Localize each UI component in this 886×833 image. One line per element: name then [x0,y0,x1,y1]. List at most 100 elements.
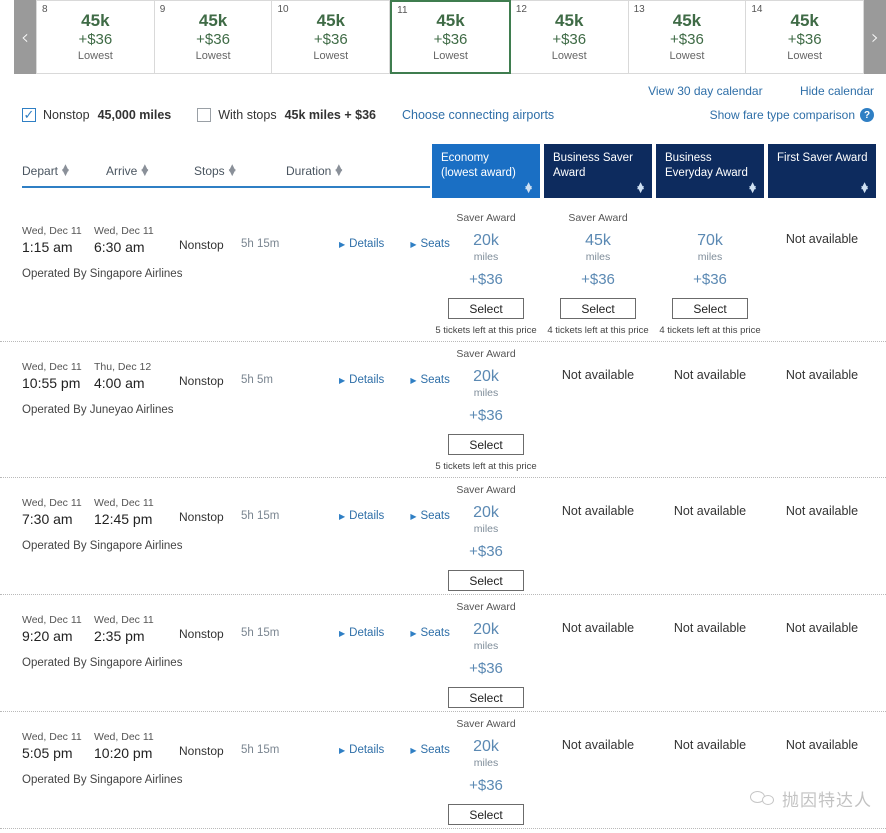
select-fare-button[interactable]: Select [448,570,524,592]
fare-miles: 20k [473,368,499,385]
details-link[interactable]: ▶ Details [339,374,384,386]
operated-by: Operated By Singapore Airlines [22,657,183,669]
sort-header-arrive[interactable]: Arrive ▲ ▼ [106,164,194,178]
fare-column-header-1[interactable]: Business Saver Award ▲ ▼ [544,144,652,198]
fare-column-title-line1: Business [665,152,712,164]
sort-arrows-icon: ▲ ▼ [228,163,236,178]
calendar-day-13[interactable]: 13 45k +$36 Lowest [628,0,747,74]
show-fare-type-comparison-link[interactable]: Show fare type comparison [710,108,855,122]
calendar-day-number: 10 [277,4,289,15]
stops-cell: Nonstop [179,238,224,252]
calendar-day-note: Lowest [313,49,349,62]
select-fare-button[interactable]: Select [560,298,636,320]
calendar-day-number: 13 [633,4,645,15]
depart-time: 9:20 am [22,628,73,645]
fare-comparison-area: Show fare type comparison ? [710,108,874,122]
fare-column-title-line1: First Saver Award [777,152,868,164]
stops-cell: Nonstop [179,374,224,388]
calendar-day-number: 9 [159,4,166,15]
calendar-day-11[interactable]: 11 45k +$36 Lowest [390,0,511,74]
fare-column-header-0[interactable]: Economy (lowest award) ▲ ▼ [432,144,540,198]
fare-column-header-2[interactable]: Business Everyday Award ▲ ▼ [656,144,764,198]
tickets-left-note: 5 tickets left at this price [435,325,537,337]
hide-calendar-link[interactable]: Hide calendar [800,84,874,98]
triangle-right-icon: ▶ [410,628,417,638]
help-icon[interactable]: ? [860,108,874,122]
sort-header-stops[interactable]: Stops ▲ ▼ [194,164,286,178]
calendar-day-12[interactable]: 12 45k +$36 Lowest [510,0,629,74]
fare-taxes: +$36 [469,660,503,678]
fare-award-label: Saver Award [568,212,628,224]
nonstop-value: 45,000 miles [97,108,172,122]
details-link[interactable]: ▶ Details [339,627,384,639]
calendar-day-14[interactable]: 14 45k +$36 Lowest [746,0,865,74]
calendar-day-note: Lowest [195,49,231,62]
calendar-day-miles: 45k [316,11,345,31]
arrive-cell: Wed, Dec 11 12:45 pm [94,496,179,528]
depart-cell: Wed, Dec 11 7:30 am [22,496,94,528]
calendar-day-miles: 45k [81,11,110,31]
fare-column-sort-icon[interactable]: ▲ ▼ [861,181,868,194]
calendar-next-button[interactable]: › [864,0,886,74]
calendar-day-number: 8 [42,4,48,15]
duration-cell: 5h 15m [241,510,280,522]
triangle-right-icon: ▶ [410,239,417,249]
operated-by: Operated By Singapore Airlines [22,540,183,552]
flight-row: Wed, Dec 11 5:05 pm Wed, Dec 11 10:20 pm Non… [0,712,886,829]
depart-date: Wed, Dec 11 [22,731,82,743]
fare-column-title-line1: Economy [441,152,489,164]
fare-cells: Saver Award 20k miles +$36 Select Not availab… [432,712,876,831]
duration-cell: 5h 5m [241,374,273,386]
view-30-day-calendar-link[interactable]: View 30 day calendar [648,84,763,98]
nonstop-checkbox[interactable] [22,108,36,122]
calendar-prev-button[interactable]: ‹ [14,0,36,74]
fare-column-sort-icon[interactable]: ▲ ▼ [637,181,644,194]
calendar-day-price: +$36 [433,30,468,48]
fare-cell: 70k miles +$36 Select 4 tickets left at this… [656,206,764,336]
calendar-day-number: 12 [515,4,527,15]
with-stops-checkbox[interactable] [197,108,212,122]
details-link[interactable]: ▶ Details [339,510,384,522]
calendar-day-10[interactable]: 10 45k +$36 Lowest [272,0,391,74]
tickets-left-note: 4 tickets left at this price [659,325,761,337]
select-fare-button[interactable]: Select [672,298,748,320]
sort-header-duration[interactable]: Duration ▲ ▼ [286,164,386,178]
fare-column-header-3[interactable]: First Saver Award ▲ ▼ [768,144,876,198]
details-link[interactable]: ▶ Details [339,238,384,250]
sort-header-depart[interactable]: Depart ▲ ▼ [22,164,106,178]
calendar-day-8[interactable]: 8 45k +$36 Lowest [36,0,155,74]
fare-column-sort-icon[interactable]: ▲ ▼ [749,181,756,194]
fare-column-title-line1: Business Saver [553,152,633,164]
fare-cell-unavailable: Not available [768,342,876,472]
fare-cell-unavailable: Not available [544,712,652,831]
fare-cell-unavailable: Not available [544,478,652,597]
flight-info: Wed, Dec 11 7:30 am Wed, Dec 11 12:45 pm Non… [22,496,450,528]
fare-column-sort-icon[interactable]: ▲ ▼ [525,181,532,194]
sort-arrows-icon: ▲ ▼ [62,163,69,178]
fare-award-label: Saver Award [456,212,516,224]
not-available-label: Not available [673,504,747,518]
select-fare-button[interactable]: Select [448,804,524,826]
calendar-day-miles: 45k [790,11,819,31]
fare-miles: 20k [473,621,499,638]
calendar-day-9[interactable]: 9 45k +$36 Lowest [154,0,273,74]
flight-row: Wed, Dec 11 7:30 am Wed, Dec 11 12:45 pm Non… [0,478,886,595]
select-fare-button[interactable]: Select [448,298,524,320]
tickets-left-note: 4 tickets left at this price [547,325,649,337]
fare-cells: Saver Award 20k miles +$36 Select Not availab… [432,478,876,597]
arrive-cell: Wed, Dec 11 10:20 pm [94,730,179,762]
not-available-label: Not available [561,368,635,382]
select-fare-button[interactable]: Select [448,434,524,456]
fare-cell: Saver Award 20k miles +$36 Select 5 tickets l… [432,342,540,472]
choose-connecting-airports-link[interactable]: Choose connecting airports [402,108,554,122]
details-link[interactable]: ▶ Details [339,744,384,756]
not-available-label: Not available [785,368,859,382]
calendar-day-price: +$36 [552,30,587,48]
arrive-cell: Thu, Dec 12 4:00 am [94,360,179,392]
with-stops-filter[interactable]: With stops 45k miles + $36 [197,108,376,122]
flight-info: Wed, Dec 11 10:55 pm Thu, Dec 12 4:00 am Non… [22,360,450,392]
not-available-label: Not available [785,504,859,518]
fare-award-label: Saver Award [456,348,516,360]
select-fare-button[interactable]: Select [448,687,524,709]
nonstop-filter[interactable]: Nonstop 45,000 miles [22,108,171,122]
